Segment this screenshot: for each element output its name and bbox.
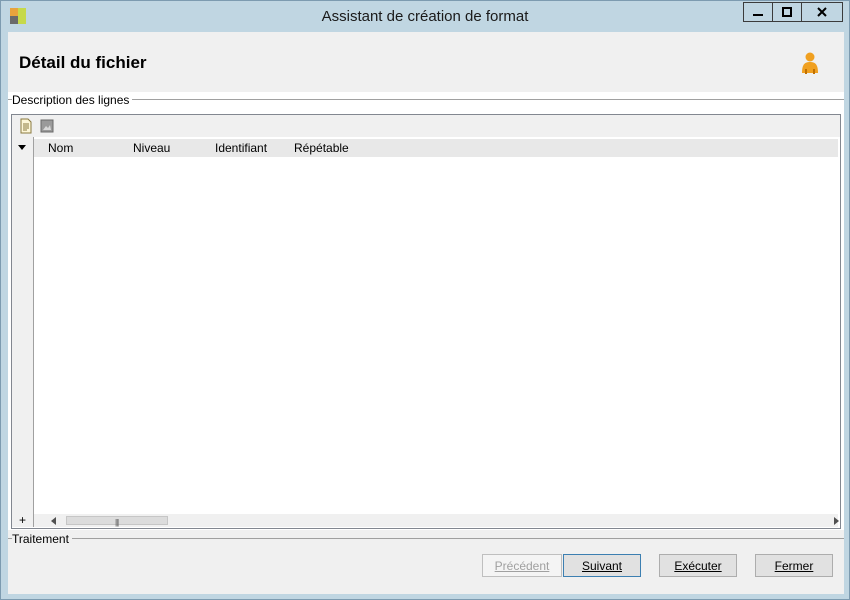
client-area: Détail du fichier Description des lignes [8,32,844,594]
column-header-repetable[interactable]: Répétable [294,141,349,155]
group-divider [8,99,844,100]
lines-grid[interactable]: Nom Niveau Identifiant Répétable [12,137,840,514]
close-icon [817,7,827,17]
new-document-icon[interactable] [18,118,34,134]
scroll-left-icon[interactable] [51,517,56,525]
maximize-icon [782,7,792,17]
group-divider [8,538,844,539]
grip-icon: ||| [115,518,119,527]
column-header-nom[interactable]: Nom [48,141,73,155]
maximize-button[interactable] [772,2,802,22]
grid-toolbar [12,115,840,137]
window-title: Assistant de création de format [321,8,529,25]
close-dialog-button[interactable]: Fermer [755,554,833,577]
app-window: Assistant de création de format Détail d… [0,0,850,600]
lines-group-label: Description des lignes [12,93,133,107]
column-headers: Nom Niveau Identifiant Répétable [34,139,838,157]
wizard-header: Détail du fichier [8,32,844,92]
title-bar[interactable]: Assistant de création de format [1,1,849,32]
page-title: Détail du fichier [19,53,147,72]
treatment-group-label: Traitement [12,532,72,546]
close-button[interactable] [801,2,843,22]
lines-grid-panel: Nom Niveau Identifiant Répétable + ||| [11,114,841,529]
execute-button[interactable]: Exécuter [659,554,737,577]
chevron-down-icon[interactable] [18,145,26,150]
column-header-identifiant[interactable]: Identifiant [215,141,267,155]
next-button[interactable]: Suivant [563,554,641,577]
scroll-thumb[interactable]: ||| [66,516,168,527]
user-icon [802,52,818,74]
add-row-button[interactable]: + [19,513,26,527]
minimize-icon [753,14,763,16]
row-indicator-column [12,137,34,514]
scroll-right-icon [834,517,839,525]
horizontal-scrollbar[interactable]: ||| [34,514,839,527]
previous-button[interactable]: Précédent [482,554,562,577]
minimize-button[interactable] [743,2,773,22]
column-header-niveau[interactable]: Niveau [133,141,170,155]
lines-group-box: Description des lignes Nom Niveau Identi… [8,92,844,530]
add-row-cell[interactable]: + [12,513,34,527]
scroll-right-button[interactable] [830,514,842,527]
image-icon[interactable] [39,118,55,134]
